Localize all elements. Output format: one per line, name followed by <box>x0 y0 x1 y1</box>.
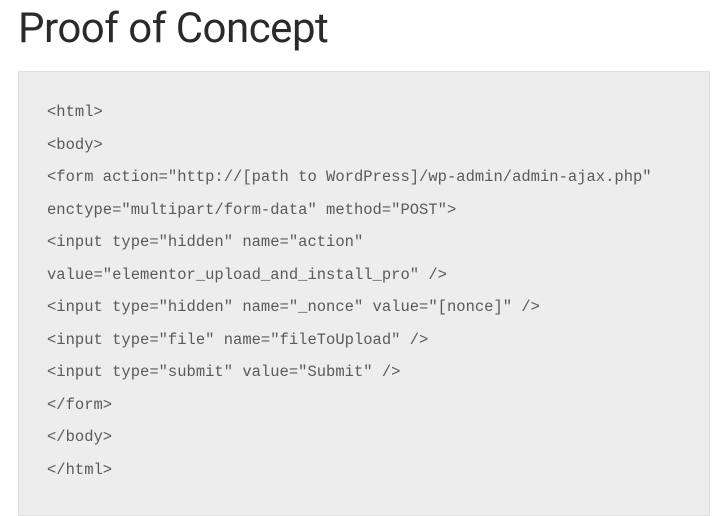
code-block: <html> <body> <form action="http://[path… <box>18 71 710 516</box>
page-title: Proof of Concept <box>18 4 710 53</box>
